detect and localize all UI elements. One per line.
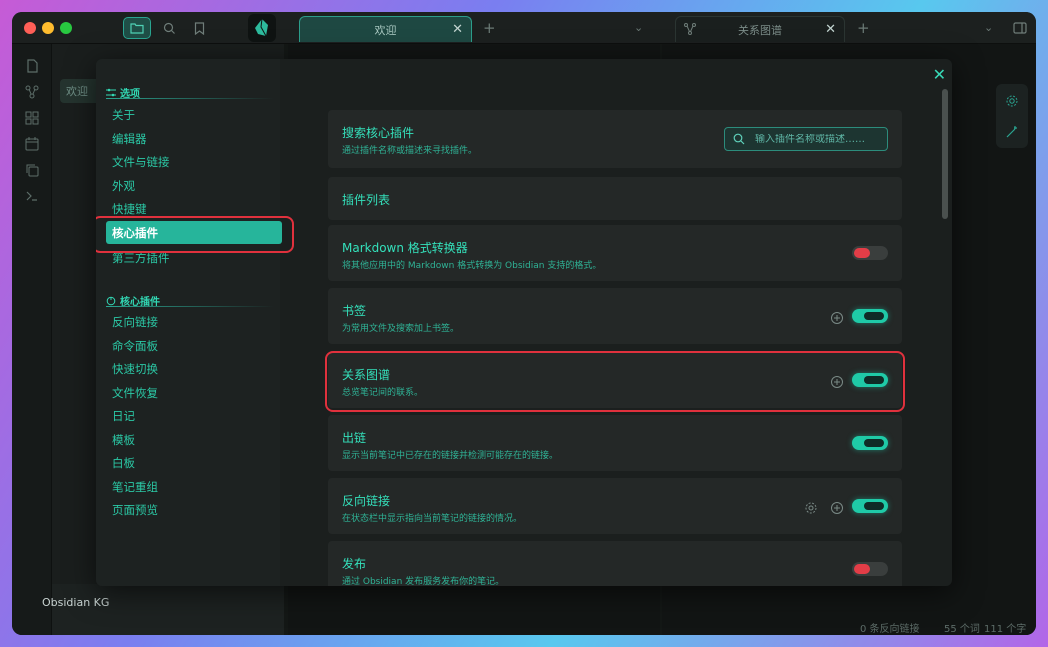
nav-quick-switcher[interactable]: 快速切换 xyxy=(112,361,158,377)
plugin-row: 发布 通过 Obsidian 发布服务发布你的笔记。 xyxy=(328,541,902,586)
plugin-name: Markdown 格式转换器 xyxy=(342,241,468,255)
status-backlinks: 0 条反向链接 xyxy=(860,624,920,635)
magic-wand-icon[interactable] xyxy=(1005,124,1019,138)
canvas-icon[interactable] xyxy=(24,110,40,126)
nav-page-preview[interactable]: 页面预览 xyxy=(112,502,158,518)
vault-footer xyxy=(52,584,284,635)
nav-command-palette[interactable]: 命令面板 xyxy=(112,338,158,354)
gear-icon[interactable] xyxy=(1005,93,1019,107)
nav-daily-notes[interactable]: 日记 xyxy=(112,408,135,424)
status-chars: 111 个字符 xyxy=(984,624,1027,635)
plugin-search-box[interactable] xyxy=(724,127,888,151)
plugin-toggle[interactable] xyxy=(852,562,888,576)
close-window-button[interactable] xyxy=(24,22,36,34)
maximize-window-button[interactable] xyxy=(60,22,72,34)
terminal-icon[interactable] xyxy=(24,188,40,204)
plugin-name: 反向链接 xyxy=(342,494,391,508)
settings-content: 搜索核心插件 通过插件名称或描述来寻找插件。 插件列表 Markdown 格式转… xyxy=(328,59,902,586)
tab-graph[interactable]: 关系图谱 ✕ xyxy=(675,16,845,42)
status-words: 55 个词 xyxy=(944,624,980,635)
graph-tools xyxy=(996,84,1028,148)
tab-welcome-label: 欢迎 xyxy=(374,23,397,37)
plugin-row: 书签 为常用文件及搜索加上书签。 xyxy=(328,288,902,344)
search-card-title: 搜索核心插件 xyxy=(342,126,415,140)
plugin-desc: 通过 Obsidian 发布服务发布你的笔记。 xyxy=(342,577,505,586)
plugin-desc: 为常用文件及搜索加上书签。 xyxy=(342,324,460,334)
close-icon[interactable]: ✕ xyxy=(452,22,463,37)
vault-name[interactable]: Obsidian KG xyxy=(42,596,109,609)
plugin-toggle[interactable] xyxy=(852,309,888,323)
plugin-desc: 显示当前笔记中已存在的链接并检测可能存在的链接。 xyxy=(342,451,559,461)
highlight-box xyxy=(96,216,294,253)
settings-sidebar: 选项 关于 编辑器 文件与链接 外观 快捷键 核心插件 第三方插件 核心插件 反… xyxy=(96,59,282,586)
graph-view-icon[interactable] xyxy=(24,84,40,100)
nav-file-recovery[interactable]: 文件恢复 xyxy=(112,385,158,401)
chevron-down-icon[interactable]: ⌄ xyxy=(984,21,993,34)
search-icon[interactable] xyxy=(155,17,183,39)
plugin-desc: 将其他应用中的 Markdown 格式转换为 Obsidian 支持的格式。 xyxy=(342,261,602,271)
plugin-toggle[interactable] xyxy=(852,436,888,450)
chevron-down-icon[interactable]: ⌄ xyxy=(634,21,643,34)
new-tab-icon[interactable]: + xyxy=(857,19,870,37)
tab-welcome[interactable]: 欢迎 ✕ xyxy=(299,16,472,42)
plugin-list-title: 插件列表 xyxy=(342,193,391,207)
highlight-box xyxy=(325,351,905,412)
plugin-desc: 在状态栏中显示指向当前笔记的链接的情况。 xyxy=(342,514,523,524)
search-card-desc: 通过插件名称或描述来寻找插件。 xyxy=(342,146,478,156)
settings-modal: 选项 关于 编辑器 文件与链接 外观 快捷键 核心插件 第三方插件 核心插件 反… xyxy=(96,59,952,586)
plugin-toggle[interactable] xyxy=(852,499,888,513)
search-icon xyxy=(733,133,745,145)
nav-canvas[interactable]: 白板 xyxy=(112,455,135,471)
title-bar: 欢迎 ✕ + ⌄ 关系图谱 ✕ + ⌄ xyxy=(12,12,1036,44)
plug-icon xyxy=(106,296,116,305)
add-hotkey-icon[interactable] xyxy=(830,500,844,514)
new-tab-icon[interactable]: + xyxy=(483,19,496,37)
nav-note-composer[interactable]: 笔记重组 xyxy=(112,479,158,495)
divider xyxy=(106,306,274,307)
search-card: 搜索核心插件 通过插件名称或描述来寻找插件。 xyxy=(328,110,902,168)
minimize-window-button[interactable] xyxy=(42,22,54,34)
plugin-list-header: 插件列表 xyxy=(328,177,902,220)
nav-appearance[interactable]: 外观 xyxy=(112,178,135,194)
tab-graph-label: 关系图谱 xyxy=(738,23,782,37)
obsidian-logo xyxy=(248,14,276,42)
close-icon[interactable]: ✕ xyxy=(933,65,946,84)
files-icon[interactable] xyxy=(24,58,40,74)
nav-templates[interactable]: 模板 xyxy=(112,432,135,448)
nav-editor[interactable]: 编辑器 xyxy=(112,131,147,147)
plugin-name: 书签 xyxy=(342,304,367,318)
bookmark-icon[interactable] xyxy=(185,17,213,39)
plugin-row: Markdown 格式转换器 将其他应用中的 Markdown 格式转换为 Ob… xyxy=(328,225,902,281)
nav-hotkeys[interactable]: 快捷键 xyxy=(112,201,147,217)
sidebar-toggle-icon[interactable] xyxy=(1006,17,1034,39)
copy-icon[interactable] xyxy=(24,162,40,178)
gear-icon[interactable] xyxy=(804,500,818,514)
plugin-row: 反向链接 在状态栏中显示指向当前笔记的链接的情况。 xyxy=(328,478,902,534)
sliders-icon xyxy=(106,88,116,97)
nav-about[interactable]: 关于 xyxy=(112,107,135,123)
add-hotkey-icon[interactable] xyxy=(830,310,844,324)
plugin-row: 出链 显示当前笔记中已存在的链接并检测可能存在的链接。 xyxy=(328,415,902,471)
nav-backlinks[interactable]: 反向链接 xyxy=(112,314,158,330)
nav-files-links[interactable]: 文件与链接 xyxy=(112,154,170,170)
calendar-icon[interactable] xyxy=(24,136,40,152)
plugin-toggle[interactable] xyxy=(852,246,888,260)
plugin-search-input[interactable] xyxy=(755,133,875,145)
divider xyxy=(106,98,274,99)
close-icon[interactable]: ✕ xyxy=(825,22,836,37)
scrollbar[interactable] xyxy=(942,89,948,219)
left-ribbon xyxy=(12,44,52,635)
graph-icon xyxy=(684,23,696,38)
welcome-file-label: 欢迎 xyxy=(66,85,88,98)
folder-icon[interactable] xyxy=(123,17,151,39)
plugin-name: 发布 xyxy=(342,557,367,571)
plugin-name: 出链 xyxy=(342,431,367,445)
